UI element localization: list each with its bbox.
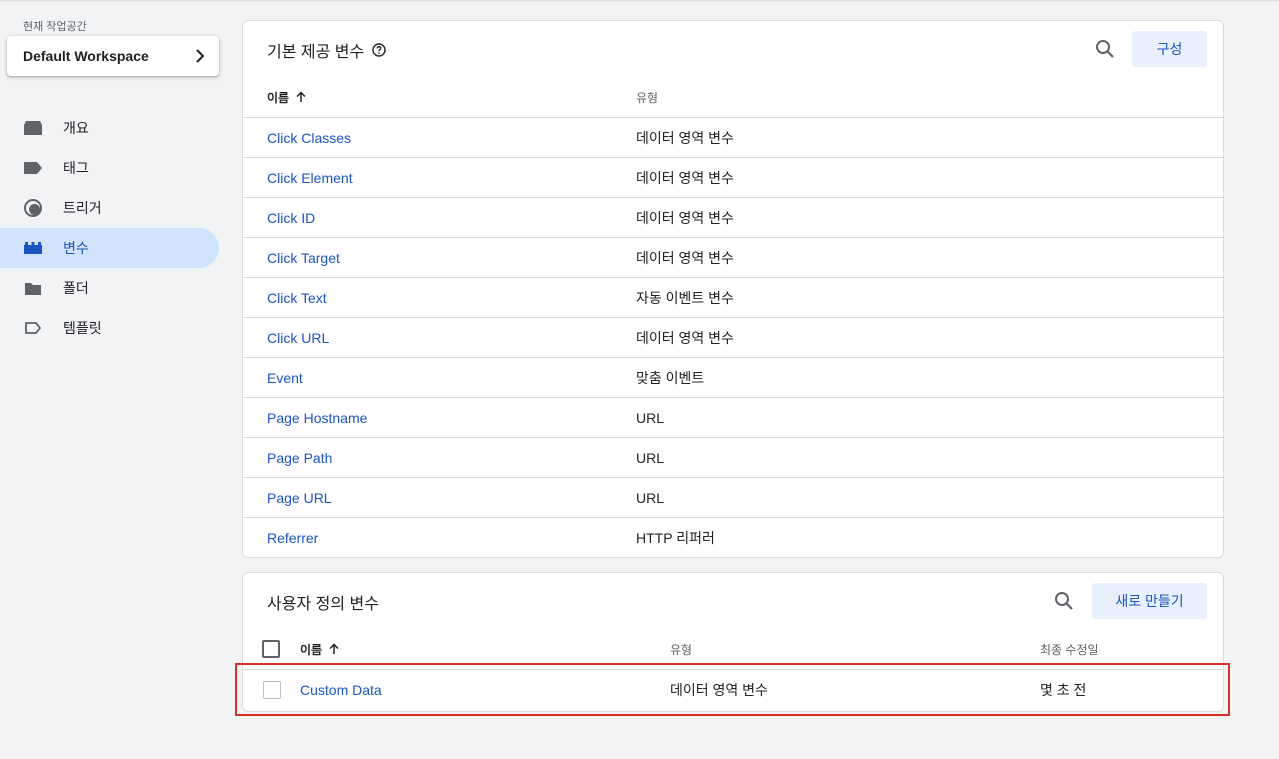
variables-icon [23,238,43,258]
workspace-selector[interactable]: Default Workspace [7,36,219,76]
workspace-name: Default Workspace [23,48,149,64]
builtin-variables-title: 기본 제공 변수 [267,38,386,62]
workspace-label: 현재 작업공간 [23,21,87,33]
row-checkbox[interactable] [263,681,281,699]
variable-type: 자동 이벤트 변수 [636,290,734,306]
column-header-name-label: 이름 [267,90,290,105]
arrow-up-icon [296,91,306,102]
help-icon[interactable] [372,43,386,57]
chevron-right-icon [196,49,205,63]
variable-name-link[interactable]: Click Classes [267,118,351,158]
custom-variables-card: 사용자 정의 변수 새로 만들기 이름 유형 최종 수정일 Custom Dat… [242,572,1224,712]
sidebar-item-label: 개요 [63,120,89,136]
table-row: Click Target 데이터 영역 변수 [243,237,1223,277]
folder-icon [23,278,43,298]
arrow-up-icon [329,643,339,654]
search-icon[interactable] [1093,37,1117,61]
variable-name-link[interactable]: Click ID [267,198,315,238]
sidebar-item-label: 태그 [63,160,89,176]
search-icon[interactable] [1052,589,1076,613]
new-variable-button[interactable]: 새로 만들기 [1092,583,1207,619]
table-row: Click URL 데이터 영역 변수 [243,317,1223,357]
sidebar-item-label: 템플릿 [63,320,102,336]
table-row: Click ID 데이터 영역 변수 [243,197,1223,237]
table-row: Event 맞춤 이벤트 [243,357,1223,397]
table-row: Referrer HTTP 리퍼러 [243,517,1223,557]
table-row: Page URL URL [243,477,1223,517]
builtin-title-text: 기본 제공 변수 [267,44,365,61]
sidebar-item-tags[interactable]: 태그 [0,148,219,188]
tag-icon [23,158,43,178]
table-row: Page Path URL [243,437,1223,477]
overview-icon [23,118,43,138]
variable-type: 데이터 영역 변수 [636,130,734,146]
select-all-checkbox[interactable] [262,640,280,658]
column-header-type: 유형 [670,642,693,657]
builtin-variables-card: 기본 제공 변수 구성 이름 유형 Click Classes 데이터 영역 변수… [242,20,1224,558]
variable-type: 맞춤 이벤트 [636,370,705,386]
custom-variables-title: 사용자 정의 변수 [267,596,379,613]
template-icon [23,318,43,338]
column-header-type: 유형 [636,90,659,105]
trigger-icon [23,198,43,218]
configure-button[interactable]: 구성 [1132,31,1207,67]
variable-name-link[interactable]: Click URL [267,318,329,358]
variable-type: URL [636,450,665,466]
variable-type: URL [636,490,665,506]
sidebar-item-label: 폴더 [63,280,89,296]
sidebar-item-variables[interactable]: 변수 [0,228,219,268]
variable-type: 데이터 영역 변수 [670,682,768,698]
table-row: Click Classes 데이터 영역 변수 [243,117,1223,157]
sidebar-item-label: 트리거 [63,200,102,216]
variable-name-link[interactable]: Page Hostname [267,398,367,438]
column-header-name[interactable]: 이름 [267,77,307,117]
column-header-name[interactable]: 이름 [300,629,340,669]
table-header: 이름 유형 [243,77,1223,117]
sidebar-item-triggers[interactable]: 트리거 [0,188,219,228]
variable-last-modified: 몇 초 전 [1040,682,1087,698]
variable-name-link[interactable]: Referrer [267,518,318,557]
table-row: Click Element 데이터 영역 변수 [243,157,1223,197]
column-header-name-label: 이름 [300,642,323,657]
table-row: Custom Data 데이터 영역 변수 몇 초 전 [243,669,1223,709]
variable-name-link[interactable]: Click Target [267,238,340,278]
sidebar-item-templates[interactable]: 템플릿 [0,308,219,348]
sidebar-item-label: 변수 [63,240,89,256]
sidebar-item-overview[interactable]: 개요 [0,108,219,148]
variable-name-link[interactable]: Click Text [267,278,327,318]
table-row: Click Text 자동 이벤트 변수 [243,277,1223,317]
variable-type: URL [636,410,665,426]
sidebar-item-folders[interactable]: 폴더 [0,268,219,308]
table-row: Page Hostname URL [243,397,1223,437]
column-header-last-modified: 최종 수정일 [1040,642,1099,657]
variable-type: 데이터 영역 변수 [636,170,734,186]
variable-name-link[interactable]: Custom Data [300,670,382,710]
variable-type: 데이터 영역 변수 [636,250,734,266]
variable-name-link[interactable]: Page URL [267,478,332,518]
sidebar-nav: 개요 태그 트리거 변수 폴더 템플릿 [0,108,230,348]
variable-type: 데이터 영역 변수 [636,210,734,226]
variable-type: 데이터 영역 변수 [636,330,734,346]
variable-type: HTTP 리퍼러 [636,530,715,546]
variable-name-link[interactable]: Event [267,358,303,398]
variable-name-link[interactable]: Click Element [267,158,353,198]
table-header: 이름 유형 최종 수정일 [243,629,1223,669]
variable-name-link[interactable]: Page Path [267,438,332,478]
sidebar: 현재 작업공간 Default Workspace 개요 태그 트리거 변수 폴… [0,0,230,759]
